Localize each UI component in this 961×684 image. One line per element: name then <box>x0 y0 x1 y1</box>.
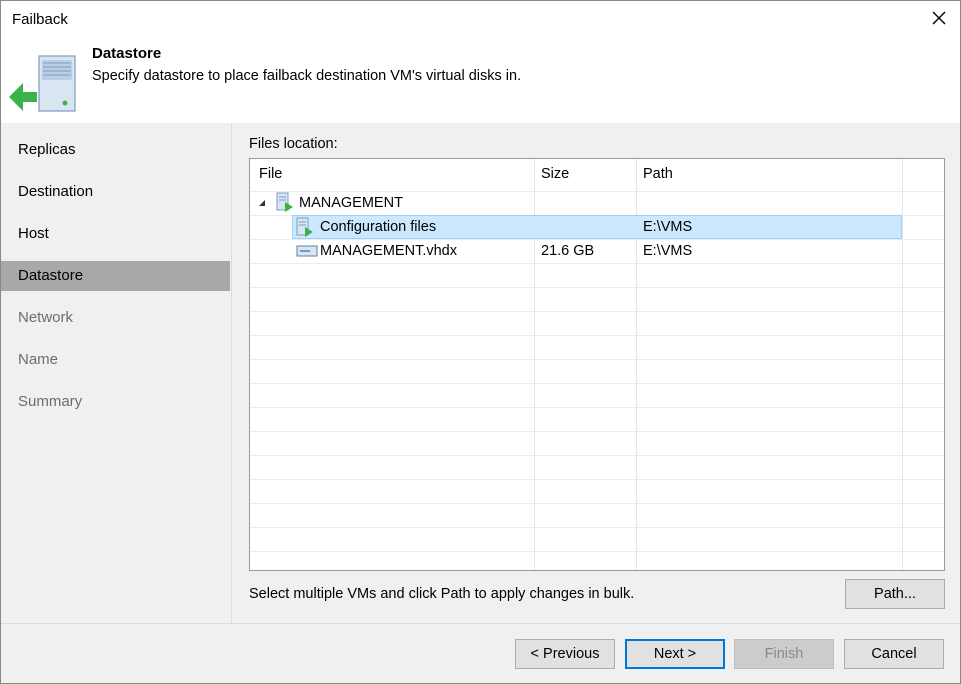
files-location-label: Files location: <box>249 136 338 152</box>
column-header-file[interactable]: File <box>259 159 282 189</box>
cancel-button[interactable]: Cancel <box>844 639 944 669</box>
page-subtitle: Specify datastore to place failback dest… <box>92 68 522 84</box>
close-icon[interactable] <box>930 9 948 27</box>
finish-button: Finish <box>734 639 834 669</box>
sidebar-item-datastore[interactable]: Datastore <box>1 261 230 291</box>
page-title: Datastore <box>92 45 162 62</box>
next-button[interactable]: Next > <box>625 639 725 669</box>
column-header-size[interactable]: Size <box>541 159 569 189</box>
window-title: Failback <box>12 11 68 28</box>
failback-server-icon <box>9 55 76 112</box>
wizard-header: Datastore Specify datastore to place fai… <box>1 39 960 123</box>
sidebar-item-network: Network <box>18 309 74 326</box>
sidebar-item-summary: Summary <box>18 393 83 410</box>
previous-button[interactable]: < Previous <box>515 639 615 669</box>
sidebar-item-destination[interactable]: Destination <box>1 177 230 207</box>
sidebar-item-name: Name <box>18 351 59 368</box>
table-row-file-name[interactable]: MANAGEMENT.vhdx <box>320 239 457 263</box>
table-row-file-name[interactable]: Configuration files <box>320 215 436 239</box>
wizard-footer: < Previous Next > Finish Cancel <box>1 623 960 683</box>
collapse-triangle-icon[interactable] <box>258 199 266 207</box>
title-bar: Failback <box>1 1 960 39</box>
files-location-table[interactable]: File Size Path MANAGEMENT Configuration … <box>249 158 945 571</box>
vm-icon <box>276 192 293 212</box>
datastore-content-panel: Files location: File Size Path MANAGEMEN… <box>231 123 960 623</box>
wizard-steps-sidebar: Replicas Destination Host Datastore Netw… <box>1 123 231 623</box>
sidebar-item-replicas[interactable]: Replicas <box>1 135 230 165</box>
table-row-path[interactable]: E:\VMS <box>643 239 692 263</box>
table-row-size: 21.6 GB <box>541 243 595 259</box>
bulk-hint-text: Select multiple VMs and click Path to ap… <box>249 586 635 602</box>
column-header-path[interactable]: Path <box>643 159 673 189</box>
virtual-disk-icon <box>296 245 318 257</box>
failback-wizard-window: Failback Datastore Specify datastore to … <box>0 0 961 684</box>
column-divider[interactable] <box>902 159 903 570</box>
table-row-vm-name[interactable]: MANAGEMENT <box>299 191 403 215</box>
path-button[interactable]: Path... <box>845 579 945 609</box>
table-row-path[interactable]: E:\VMS <box>643 215 692 239</box>
configuration-file-icon <box>296 217 313 237</box>
sidebar-item-host[interactable]: Host <box>1 219 230 249</box>
